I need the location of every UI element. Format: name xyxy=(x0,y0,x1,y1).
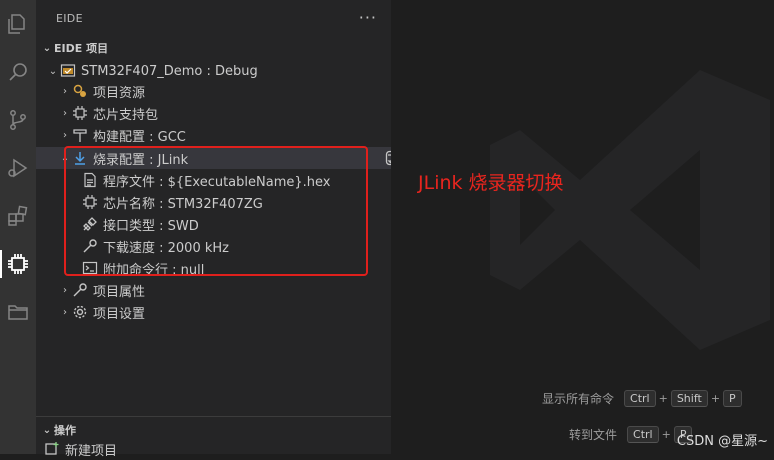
search-icon[interactable] xyxy=(0,52,36,92)
extensions-icon[interactable] xyxy=(0,196,36,236)
chevron-right-icon: › xyxy=(63,129,67,141)
chip-icon xyxy=(72,105,88,121)
tree-item-project-settings[interactable]: › 项目设置 xyxy=(36,301,413,323)
flash-item-extra-command[interactable]: 附加命令行 : null xyxy=(36,257,437,279)
key-ctrl: Ctrl xyxy=(627,426,659,443)
chevron-down-icon: ⌄ xyxy=(42,42,52,54)
op-item-label: 新建项目 xyxy=(65,443,118,459)
activity-bar xyxy=(0,0,36,454)
flash-item-download-speed[interactable]: 下载速度 : 2000 kHz xyxy=(36,235,437,257)
tree-item-flash-config[interactable]: ⌄ 烧录配置 : JLink xyxy=(36,147,413,169)
terminal-icon xyxy=(82,260,98,276)
flash-item-label: 接口类型 : SWD xyxy=(103,218,199,234)
tree-item-chip-support[interactable]: › 芯片支持包 xyxy=(36,102,413,124)
flash-item-program-file[interactable]: 程序文件 : ${ExecutableName}.hex xyxy=(36,169,437,191)
flash-item-label: 下载速度 : 2000 kHz xyxy=(103,240,229,256)
key-p: P xyxy=(723,390,742,407)
run-debug-icon[interactable] xyxy=(0,148,36,188)
flash-item-label: 附加命令行 : null xyxy=(103,262,205,278)
tree-item-label: 项目设置 xyxy=(93,306,146,322)
new-project-icon xyxy=(44,441,60,457)
tree-item-label: 项目资源 xyxy=(93,85,146,101)
csdn-watermark: CSDN @星源~ xyxy=(676,434,768,449)
folder-icon[interactable] xyxy=(0,292,36,332)
sidebar: EIDE ··· ⌄ EIDE 项目 ⌄ STM32F407_Demo : De… xyxy=(36,0,413,459)
project-label: STM32F407_Demo : Debug xyxy=(81,63,258,79)
tree-item-label: 构建配置 : GCC xyxy=(93,129,186,145)
flash-item-interface-type[interactable]: 接口类型 : SWD xyxy=(36,213,437,235)
build-hammer-icon xyxy=(72,127,88,143)
chevron-down-icon: ⌄ xyxy=(48,65,58,77)
gear-icon xyxy=(72,304,88,320)
tree-item-label: 芯片支持包 xyxy=(93,107,159,123)
section-eide-project[interactable]: ⌄ EIDE 项目 xyxy=(40,40,108,56)
section-operations[interactable]: ⌄ 操作 xyxy=(40,422,76,438)
flash-item-label: 芯片名称 : STM32F407ZG xyxy=(103,196,263,212)
tree-project[interactable]: ⌄ STM32F407_Demo : Debug xyxy=(36,60,401,82)
flash-item-chip-name[interactable]: 芯片名称 : STM32F407ZG xyxy=(36,191,437,213)
resources-icon xyxy=(72,83,88,99)
annotation-text: JLink 烧录器切换 xyxy=(418,172,564,194)
shortcut-label: 转到文件 xyxy=(569,428,618,442)
chevron-down-icon: ⌄ xyxy=(42,424,52,436)
more-actions-icon[interactable]: ··· xyxy=(359,8,377,27)
chevron-right-icon: › xyxy=(63,284,67,296)
key-shift: Shift xyxy=(670,390,708,407)
section-divider xyxy=(36,416,391,417)
section-title-label: 操作 xyxy=(54,424,76,437)
project-icon xyxy=(60,63,76,79)
eide-chip-icon[interactable] xyxy=(0,244,36,284)
explorer-icon[interactable] xyxy=(0,4,36,44)
shortcut-go-to-file: 转到文件 Ctrl + P xyxy=(569,426,693,443)
tree-item-project-properties[interactable]: › 项目属性 xyxy=(36,279,413,301)
download-icon xyxy=(72,150,88,166)
chip-icon xyxy=(82,194,98,210)
vscode-logo-watermark xyxy=(490,70,770,350)
tree-item-project-resources[interactable]: › 项目资源 xyxy=(36,80,413,102)
plug-icon xyxy=(82,216,98,232)
wrench-icon xyxy=(82,238,98,254)
chevron-right-icon: › xyxy=(63,107,67,119)
editor-area xyxy=(391,0,774,454)
tree-item-label: 项目属性 xyxy=(93,284,146,300)
tree-item-build-config[interactable]: › 构建配置 : GCC xyxy=(36,124,413,146)
file-icon xyxy=(82,172,98,188)
source-control-icon[interactable] xyxy=(0,100,36,140)
flash-item-label: 程序文件 : ${ExecutableName}.hex xyxy=(103,174,331,190)
tree-item-label: 烧录配置 : JLink xyxy=(93,152,189,168)
op-item-new-project[interactable]: 新建项目 xyxy=(36,438,399,460)
chevron-right-icon: › xyxy=(63,85,67,97)
shortcut-label: 显示所有命令 xyxy=(542,392,615,406)
chevron-right-icon: › xyxy=(63,306,67,318)
sidebar-title: EIDE xyxy=(56,12,83,25)
chevron-down-icon: ⌄ xyxy=(60,152,70,164)
shortcut-show-all-commands: 显示所有命令 Ctrl + Shift + P xyxy=(542,390,742,407)
key-ctrl: Ctrl xyxy=(624,390,656,407)
section-title-label: EIDE 项目 xyxy=(54,42,109,55)
wrench-icon xyxy=(72,282,88,298)
